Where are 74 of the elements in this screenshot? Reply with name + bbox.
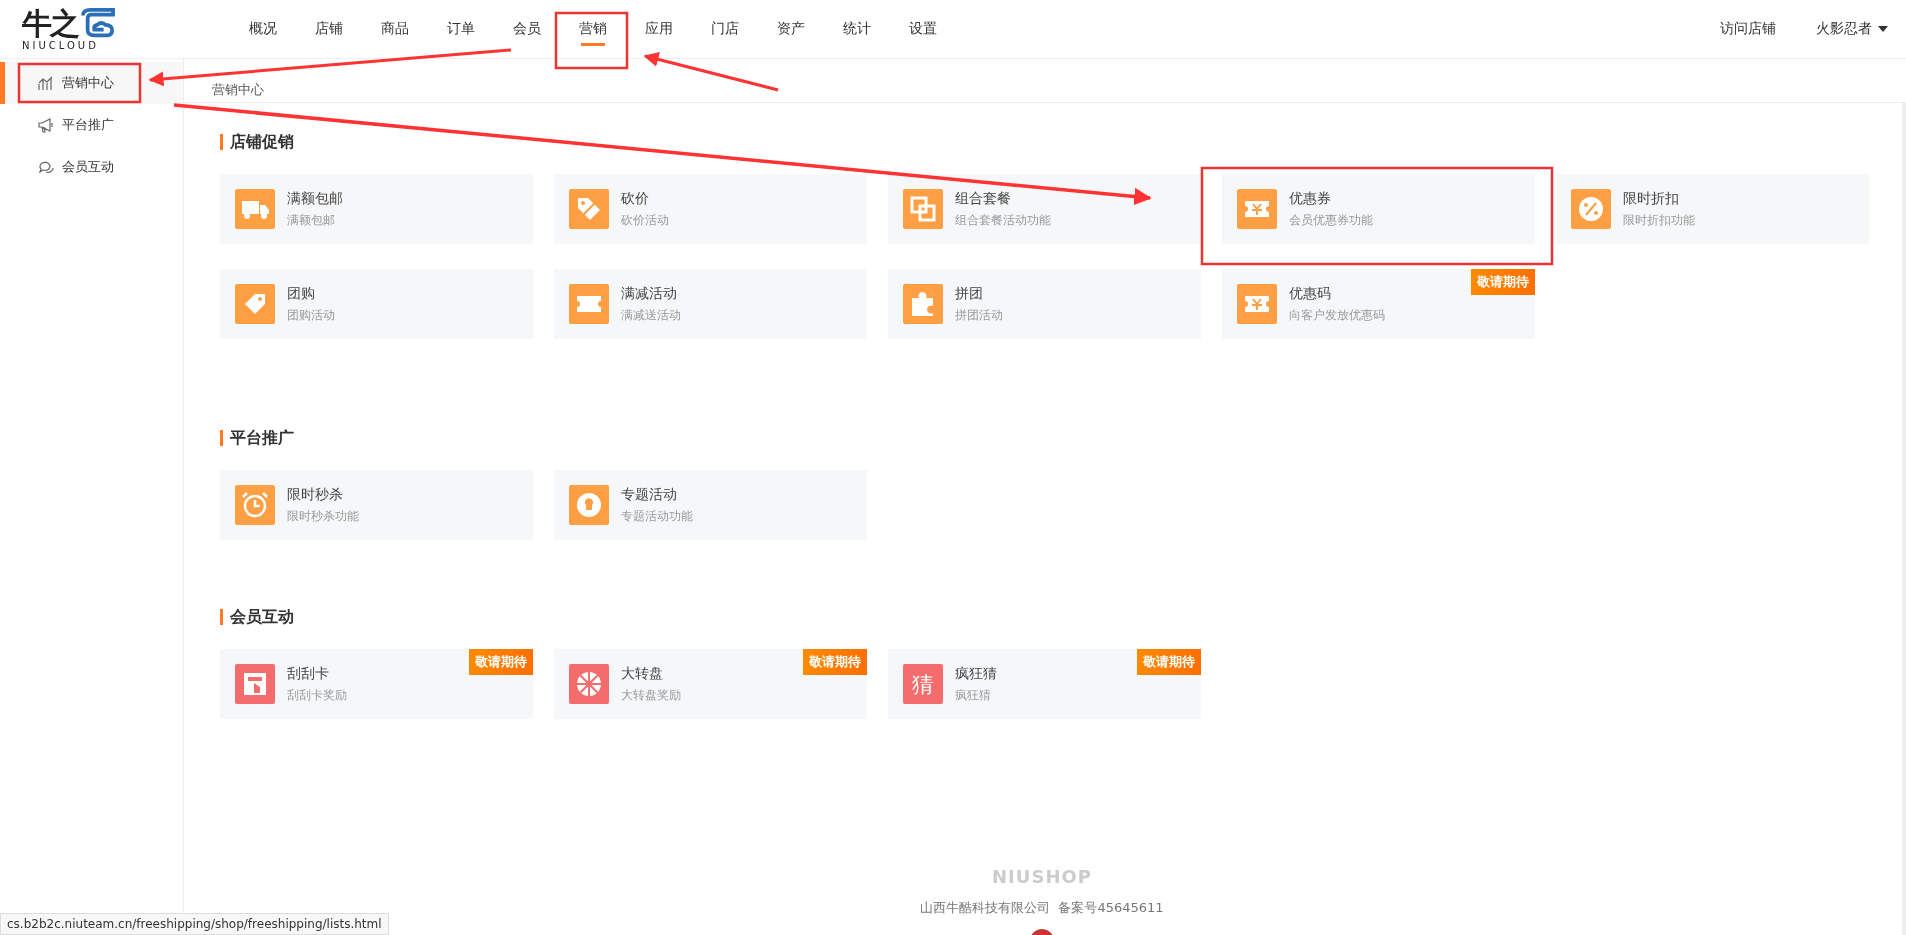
nav-tab[interactable]: 会员 — [494, 0, 560, 58]
feature-card[interactable]: 组合套餐 组合套餐活动功能 — [888, 174, 1201, 244]
card-title: 组合套餐 — [955, 189, 1012, 208]
record-number: 备案号45645611 — [1058, 899, 1164, 917]
feature-card[interactable]: 优惠券 会员优惠券功能 — [1222, 174, 1535, 244]
sidebar-item[interactable]: 平台推广 — [0, 104, 183, 146]
nav-tab[interactable]: 商品 — [362, 0, 428, 58]
nav-tab[interactable]: 设置 — [890, 0, 956, 58]
feature-card[interactable]: 大转盘 大转盘奖励 敬请期待 — [554, 649, 867, 719]
card-title: 疯狂猜 — [955, 664, 997, 683]
feature-card[interactable]: 刮刮卡 刮刮卡奖励 敬请期待 — [220, 649, 533, 719]
chat-icon — [38, 159, 54, 175]
breadcrumb: 营销中心 — [212, 81, 264, 99]
megaphone-icon — [38, 117, 54, 133]
card-title: 团购 — [287, 284, 316, 303]
card-title: 优惠码 — [1289, 284, 1332, 303]
nav-tab[interactable]: 资产 — [758, 0, 824, 58]
card-description: 会员优惠券功能 — [1289, 211, 1373, 229]
nav-tab[interactable]: 概况 — [230, 0, 296, 58]
feature-card[interactable]: 砍价 砍价活动 — [554, 174, 867, 244]
card-description: 限时折扣功能 — [1623, 211, 1695, 229]
coming-soon-badge: 敬请期待 — [1471, 269, 1535, 295]
card-title: 满额包邮 — [287, 189, 343, 208]
nav-tab[interactable]: 订单 — [428, 0, 494, 58]
feature-card[interactable]: 拼团 拼团活动 — [888, 269, 1201, 339]
card-description: 刮刮卡奖励 — [287, 686, 347, 704]
card-description: 限时秒杀功能 — [287, 507, 359, 525]
card-title: 专题活动 — [621, 485, 678, 504]
card-title: 大转盘 — [621, 664, 664, 683]
card-description: 砍价活动 — [621, 211, 669, 229]
feature-card[interactable]: 满减活动 满减送活动 — [554, 269, 867, 339]
card-title: 拼团 — [955, 284, 984, 303]
section-title: 平台推广 — [220, 430, 1864, 446]
user-menu[interactable]: 火影忍者 — [1816, 20, 1888, 38]
feature-card[interactable]: 团购 团购活动 — [220, 269, 533, 339]
nav-tab[interactable]: 门店 — [692, 0, 758, 58]
card-description: 专题活动功能 — [621, 507, 693, 525]
feature-card[interactable]: 专题活动 专题活动功能 — [554, 470, 867, 540]
nav-tab[interactable]: 店铺 — [296, 0, 362, 58]
feature-card[interactable]: 限时秒杀 限时秒杀功能 — [220, 470, 533, 540]
caret-icon — [1878, 26, 1888, 32]
feature-card[interactable]: 优惠码 向客户发放优惠码 敬请期待 — [1222, 269, 1535, 339]
card-title: 满减活动 — [621, 284, 678, 303]
coming-soon-badge: 敬请期待 — [1137, 649, 1201, 675]
feature-card[interactable]: 限时折扣 限时折扣功能 — [1556, 174, 1869, 244]
company-name: 山西牛酷科技有限公司 — [920, 899, 1051, 917]
card-title: 限时折扣 — [1623, 189, 1680, 208]
coming-soon-badge: 敬请期待 — [803, 649, 867, 675]
card-title: 限时秒杀 — [287, 485, 344, 504]
section-title: 店铺促销 — [220, 134, 1864, 150]
nav-tab[interactable]: 营销 — [560, 0, 626, 58]
sidebar-item[interactable]: 会员互动 — [0, 146, 183, 188]
section-title: 会员互动 — [220, 609, 1864, 625]
card-title: 砍价 — [621, 189, 650, 208]
card-description: 大转盘奖励 — [621, 686, 681, 704]
niucloud-logo[interactable]: 牛之 NIUCLOUD — [0, 7, 185, 51]
coming-soon-badge: 敬请期待 — [469, 649, 533, 675]
card-description: 满减送活动 — [621, 306, 681, 324]
card-title: 优惠券 — [1289, 189, 1332, 208]
card-description: 组合套餐活动功能 — [955, 211, 1051, 229]
visit-store-link[interactable]: 访问店铺 — [1720, 20, 1776, 38]
feature-card[interactable]: 猜 疯狂猜 疯狂猜 敬请期待 — [888, 649, 1201, 719]
card-description: 疯狂猜 — [955, 686, 992, 704]
feature-card[interactable]: 满额包邮 满额包邮 — [220, 174, 533, 244]
card-description: 拼团活动 — [955, 306, 1003, 324]
chart-icon — [38, 75, 54, 91]
card-description: 向客户发放优惠码 — [1289, 306, 1385, 324]
nav-tab[interactable]: 统计 — [824, 0, 890, 58]
nav-tab[interactable]: 应用 — [626, 0, 692, 58]
char-icon: 猜 — [903, 664, 943, 704]
status-url: cs.b2b2c.niuteam.cn/freeshipping/shop/freeshipping/lists.html — [0, 913, 389, 935]
card-title: 刮刮卡 — [287, 664, 330, 683]
card-description: 团购活动 — [287, 306, 335, 324]
card-description: 满额包邮 — [287, 211, 336, 229]
